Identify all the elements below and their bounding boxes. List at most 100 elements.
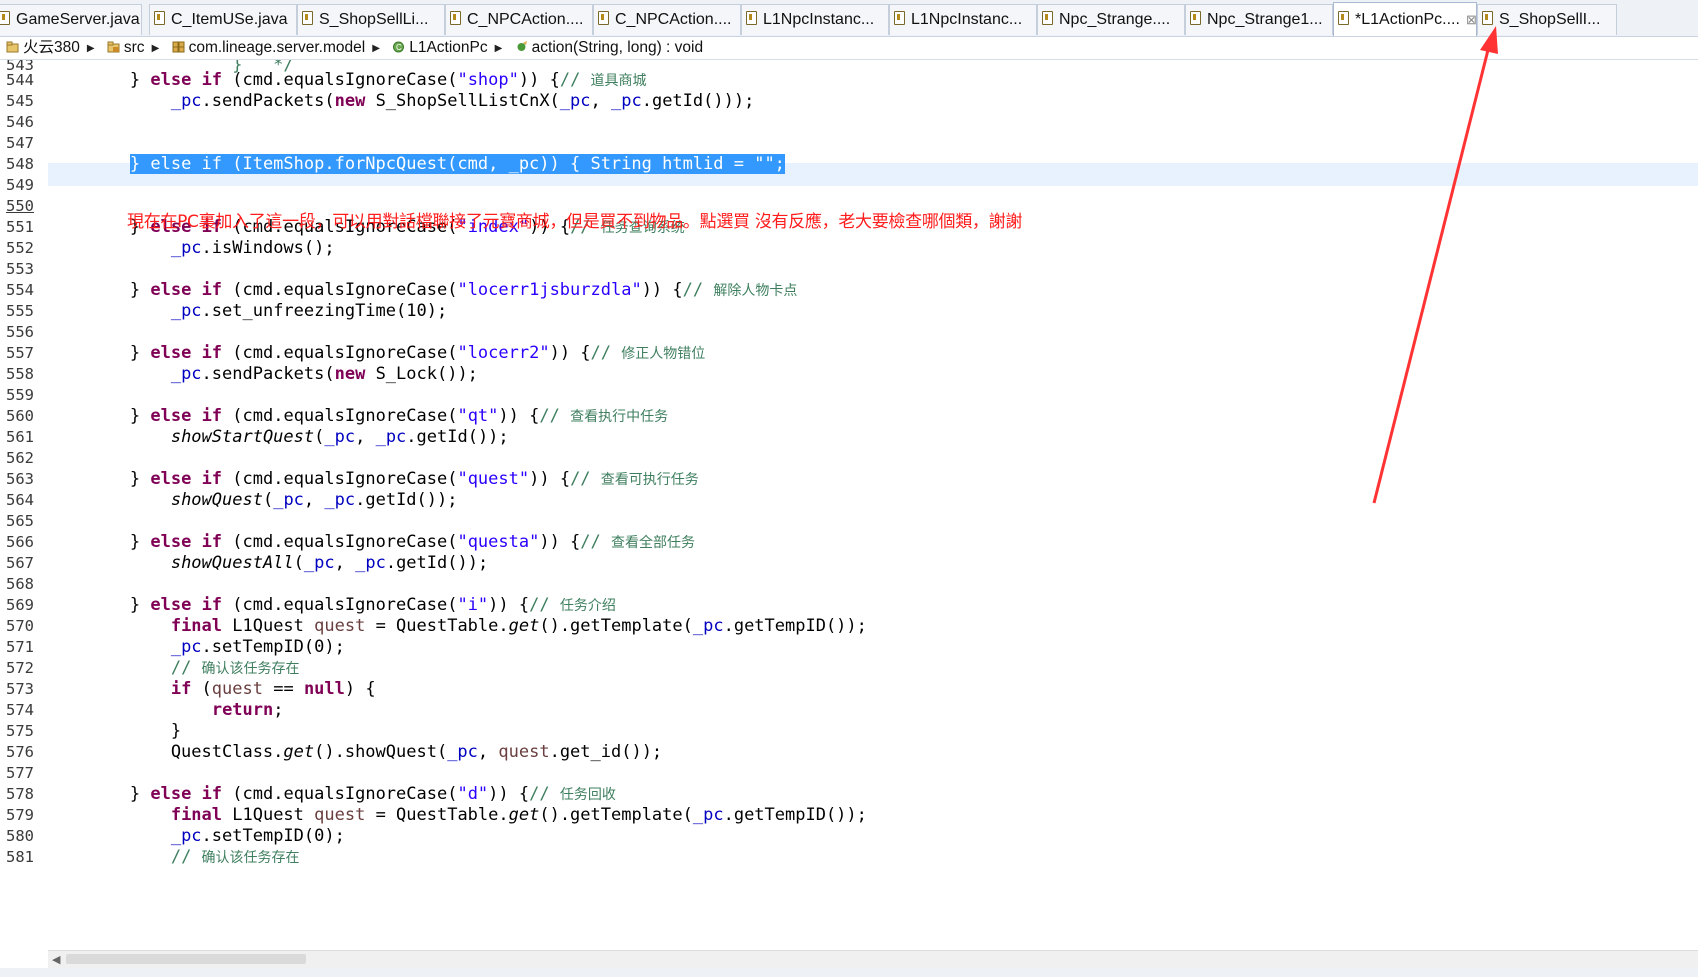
- line-number: 561: [6, 428, 34, 446]
- line-number: 571: [6, 638, 34, 656]
- code-line: showStartQuest(_pc, _pc.getId());: [170, 427, 509, 447]
- breadcrumb-package[interactable]: com.lineage.server.model ▶: [172, 37, 380, 60]
- tab-gameserver[interactable]: GameServer.java: [0, 4, 142, 35]
- code-line: _pc.sendPackets(new S_ShopSellListCnX(_p…: [170, 91, 755, 111]
- scroll-left-icon[interactable]: ◀: [52, 951, 60, 968]
- java-file-icon: [302, 11, 313, 25]
- tab-s-shopselllist[interactable]: S_ShopSellLi...: [297, 4, 445, 35]
- breadcrumb-label: L1ActionPc: [409, 39, 488, 56]
- method-icon: [517, 41, 527, 51]
- line-number: 572: [6, 659, 34, 677]
- line-number: 568: [6, 575, 34, 593]
- line-number: 557: [6, 344, 34, 362]
- code-editor[interactable]: 543 544 545 546 547 548 549 550 551 552 …: [0, 60, 1698, 950]
- tab-c-npcaction-1[interactable]: C_NPCAction....: [445, 4, 593, 35]
- line-number: 548: [6, 155, 34, 173]
- breadcrumb-src[interactable]: src ▶: [107, 37, 159, 60]
- breadcrumb-label: 火云380: [23, 39, 80, 56]
- code-line: } else if (cmd.equalsIgnoreCase("i")) {/…: [48, 595, 616, 615]
- code-line: final L1Quest quest = QuestTable.get().g…: [170, 616, 867, 636]
- svg-text:C: C: [396, 43, 402, 52]
- source-folder-icon: [107, 41, 120, 53]
- horizontal-scrollbar[interactable]: ◀: [48, 950, 1698, 968]
- annotation-text: 現在在PC裏加入了這一段，可以用對話檔聯接了元寶商城，但是買不到物品。點選買 沒…: [127, 212, 1023, 232]
- code-line: // 确认该任务存在: [170, 658, 300, 678]
- line-number: 565: [6, 512, 34, 530]
- code-line: } else if (cmd.equalsIgnoreCase("shop"))…: [48, 70, 647, 90]
- tab-label: S_ShopSellI...: [1499, 11, 1601, 28]
- tab-label: S_ShopSellLi...: [319, 11, 429, 28]
- line-number: 558: [6, 365, 34, 383]
- tab-npc-strange-2[interactable]: Npc_Strange1...: [1185, 4, 1333, 35]
- breadcrumb-class[interactable]: C L1ActionPc ▶: [392, 37, 502, 60]
- tab-s-shopsell-2[interactable]: S_ShopSellI...: [1477, 4, 1617, 35]
- tab-l1npcinstance-2[interactable]: L1NpcInstanc...: [889, 4, 1037, 35]
- tab-label: Npc_Strange....: [1059, 11, 1171, 28]
- java-file-icon: [1482, 11, 1493, 25]
- breadcrumb-project[interactable]: 火云380 ▶: [6, 37, 95, 60]
- code-line: if (quest == null) {: [170, 679, 376, 699]
- tab-label: *L1ActionPc....: [1355, 11, 1460, 28]
- status-bar: [0, 968, 1698, 977]
- line-number: 562: [6, 449, 34, 467]
- java-file-icon: [1338, 11, 1349, 25]
- selected-text[interactable]: } else if (ItemShop.forNpcQuest(cmd, _pc…: [129, 154, 785, 174]
- code-line: _pc.isWindows();: [170, 238, 335, 258]
- line-number: 555: [6, 302, 34, 320]
- chevron-right-icon[interactable]: ▶: [372, 38, 380, 60]
- line-number: 573: [6, 680, 34, 698]
- tab-c-npcaction-2[interactable]: C_NPCAction....: [593, 4, 741, 35]
- line-number: 580: [6, 827, 34, 845]
- line-number: 564: [6, 491, 34, 509]
- line-number: 575: [6, 722, 34, 740]
- code-line: } else if (cmd.equalsIgnoreCase("qt")) {…: [48, 406, 669, 426]
- line-number: 566: [6, 533, 34, 551]
- chevron-right-icon[interactable]: ▶: [87, 38, 95, 60]
- line-number: 553: [6, 260, 34, 278]
- package-icon: [172, 41, 185, 53]
- close-icon[interactable]: ⊠: [1466, 3, 1476, 36]
- chevron-right-icon[interactable]: ▶: [495, 38, 503, 60]
- code-line: } else if (cmd.equalsIgnoreCase("questa"…: [48, 532, 696, 552]
- line-number: 546: [6, 113, 34, 131]
- scrollbar-thumb[interactable]: [66, 954, 306, 964]
- line-number: 567: [6, 554, 34, 572]
- java-file-icon: [598, 11, 609, 25]
- code-line: _pc.sendPackets(new S_Lock());: [170, 364, 478, 384]
- breadcrumb-method[interactable]: action(String, long) : void: [515, 37, 703, 59]
- tab-l1actionpc[interactable]: *L1ActionPc.... ⊠: [1333, 2, 1477, 36]
- tab-label: Npc_Strange1...: [1207, 11, 1323, 28]
- line-number: 579: [6, 806, 34, 824]
- line-number: 560: [6, 407, 34, 425]
- line-number: 577: [6, 764, 34, 782]
- code-line: showQuest(_pc, _pc.getId());: [170, 490, 458, 510]
- code-line: QuestClass.get().showQuest(_pc, quest.ge…: [48, 742, 663, 762]
- code-line: final L1Quest quest = QuestTable.get().g…: [170, 805, 867, 825]
- code-line: _pc.setTempID(0);: [170, 826, 345, 846]
- breadcrumb-label: action(String, long) : void: [531, 39, 704, 56]
- java-file-icon: [894, 11, 905, 25]
- code-line: }: [48, 721, 182, 741]
- breadcrumb: 火云380 ▶ src ▶ com.lineage.server.model ▶ CL…: [0, 37, 1698, 60]
- line-number: 552: [6, 239, 34, 257]
- tab-l1npcinstance-1[interactable]: L1NpcInstanc...: [741, 4, 889, 35]
- line-number-gutter[interactable]: 543 544 545 546 547 548 549 550 551 552 …: [0, 60, 44, 950]
- code-text-area[interactable]: } */ } else if (cmd.equalsIgnoreCase("sh…: [48, 60, 1698, 950]
- line-number: 569: [6, 596, 34, 614]
- line-number: 578: [6, 785, 34, 803]
- code-line: } else if (cmd.equalsIgnoreCase("quest")…: [48, 469, 699, 489]
- editor-tab-bar: GameServer.java C_ItemUSe.java S_ShopSel…: [0, 0, 1698, 37]
- tab-label: L1NpcInstanc...: [763, 11, 875, 28]
- tab-c-itemuse[interactable]: C_ItemUSe.java: [149, 4, 297, 35]
- tab-label: C_ItemUSe.java: [171, 11, 288, 28]
- tab-npc-strange-1[interactable]: Npc_Strange....: [1037, 4, 1185, 35]
- java-file-icon: [0, 11, 10, 25]
- java-file-icon: [1190, 11, 1201, 25]
- chevron-right-icon[interactable]: ▶: [152, 38, 160, 60]
- line-number: 581: [6, 848, 34, 866]
- tab-label: C_NPCAction....: [615, 11, 732, 28]
- line-number: 554: [6, 281, 34, 299]
- line-number-current: 550: [6, 197, 34, 215]
- line-number: 544: [6, 71, 34, 89]
- code-line: } else if (cmd.equalsIgnoreCase("locerr2…: [48, 343, 706, 363]
